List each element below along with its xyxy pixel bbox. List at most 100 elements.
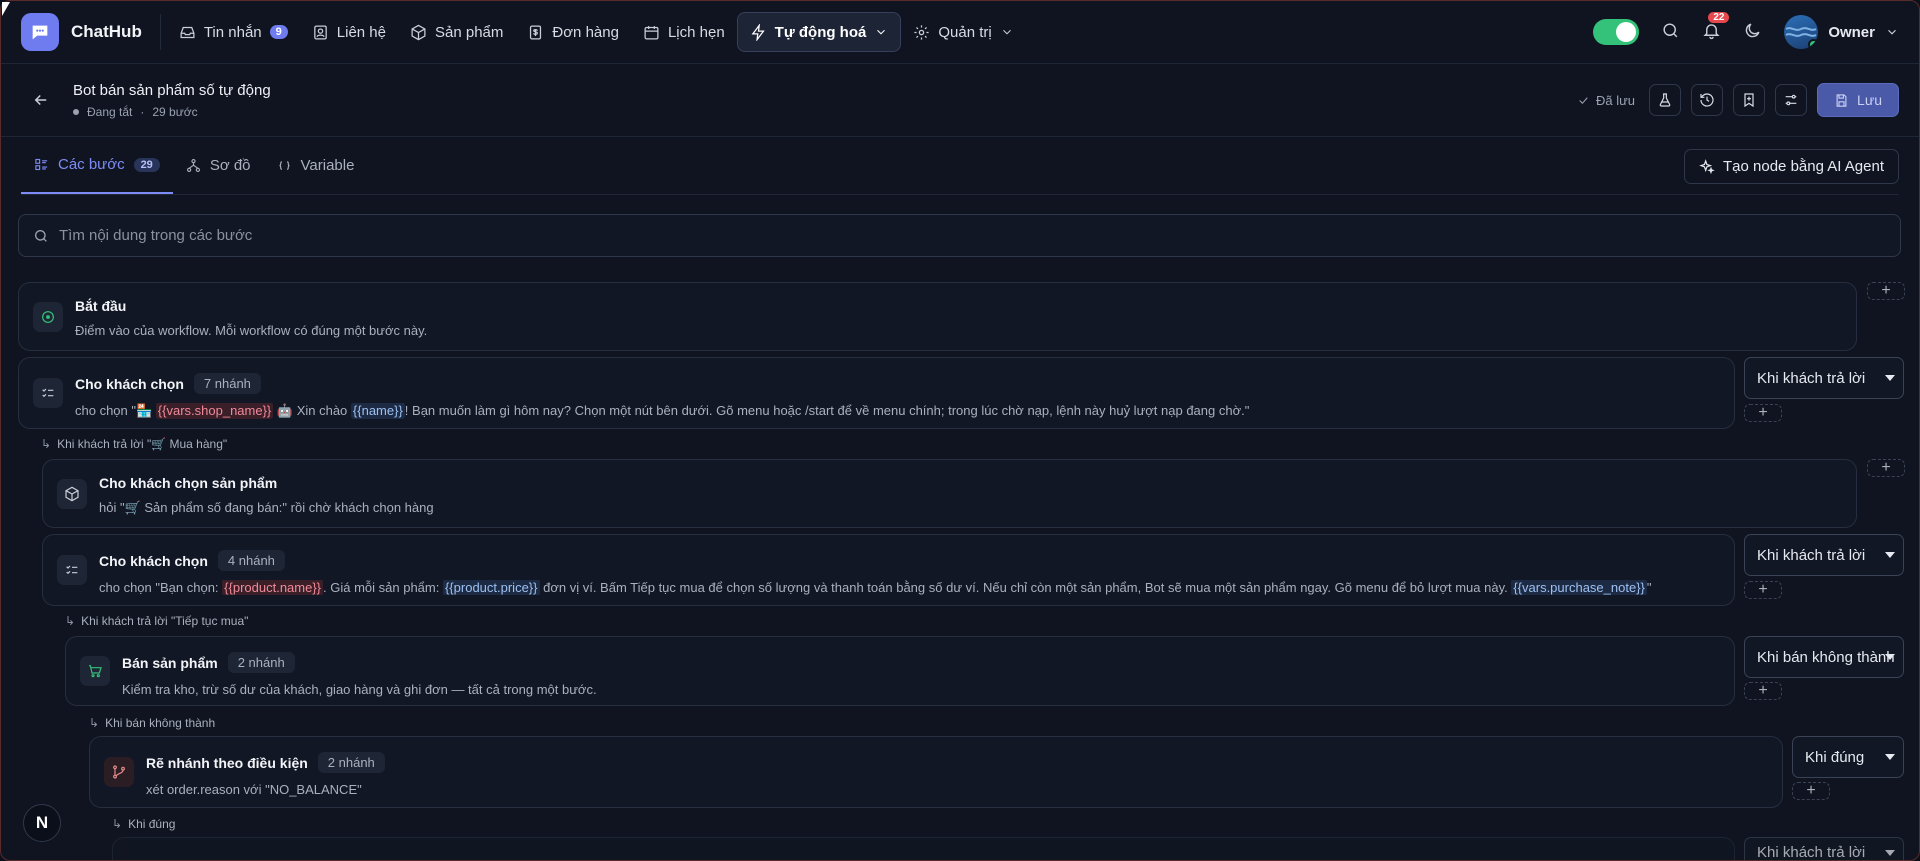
desc-text: cho chọn "🏪: [75, 403, 156, 418]
tab-steps[interactable]: Các bước 29: [21, 137, 173, 194]
save-button[interactable]: Lưu: [1817, 83, 1899, 117]
add-step-button[interactable]: +: [1867, 459, 1905, 477]
notification-count-badge: 22: [1708, 12, 1730, 23]
chat-logo-icon: [21, 13, 59, 51]
list-icon: [35, 158, 48, 171]
nav-item-appointments[interactable]: Lịch hẹn: [631, 12, 737, 52]
nav-item-orders[interactable]: Đơn hàng: [515, 12, 631, 52]
workflow-header: Bot bán sản phẩm số tự động Đang tắt · 2…: [1, 64, 1919, 137]
tab-label: Các bước: [58, 156, 125, 173]
step-title-text: Bán sản phẩm: [122, 654, 218, 671]
step-card-choice-3[interactable]: [112, 837, 1735, 860]
workflow-title[interactable]: Bot bán sản phẩm số tự động: [73, 82, 271, 99]
inbox-icon: [180, 26, 195, 38]
ai-agent-create-node-button[interactable]: Tạo node bằng AI Agent: [1684, 149, 1899, 184]
step-title: Rẽ nhánh theo điều kiện 2 nhánh: [146, 752, 1766, 773]
history-button[interactable]: [1691, 84, 1724, 116]
gear-icon: [914, 24, 929, 40]
nav-item-label: Tự động hoá: [774, 23, 867, 41]
cart-icon: [89, 665, 102, 678]
bot-active-toggle[interactable]: [1593, 19, 1640, 45]
checklist-icon: [66, 565, 78, 575]
branch-select[interactable]: Khi bán không thành: [1744, 636, 1904, 678]
nav-item-admin[interactable]: Quản trị: [901, 12, 1025, 52]
notifications-button[interactable]: 22: [1702, 12, 1730, 43]
branch-arrow-icon: ↳: [112, 817, 123, 831]
brand[interactable]: ChatHub: [21, 13, 161, 51]
app-window: ChatHub Tin nhắn 9 Liên hệ Sản phẩm Đơn …: [0, 0, 1920, 861]
nav-item-label: Đơn hàng: [552, 23, 619, 41]
nav-item-products[interactable]: Sản phẩm: [398, 12, 515, 52]
branch-count-pill: 7 nhánh: [193, 373, 261, 394]
view-tabs: Các bước 29 Sơ đồ Variable Tạo node bằng…: [1, 137, 1919, 194]
step-card-sell-product[interactable]: Bán sản phẩm 2 nhánh Kiểm tra kho, trừ số…: [65, 636, 1735, 706]
tab-label: Sơ đồ: [209, 157, 251, 174]
branch-select[interactable]: Khi khách trả lời: [1744, 837, 1904, 860]
bookmark-icon: [1744, 93, 1754, 108]
add-step-button[interactable]: +: [1792, 782, 1830, 800]
branch-label: ↳ Khi khách trả lời "🛒 Mua hàng": [41, 437, 227, 451]
play-circle-icon: [42, 310, 54, 323]
branch-select-value: Khi bán không thành: [1757, 648, 1895, 666]
step-icon-box: [33, 378, 63, 408]
add-step-button[interactable]: +: [1867, 282, 1905, 300]
workflow-status: Đang tắt: [87, 104, 133, 119]
steps-search-input[interactable]: [59, 227, 1886, 244]
branch-select[interactable]: Khi khách trả lời: [1744, 534, 1904, 576]
branch-label-text: Khi khách trả lời "🛒 Mua hàng": [57, 437, 228, 451]
step-card-choice[interactable]: Cho khách chọn 7 nhánh cho chọn "🏪 {{vars…: [18, 357, 1735, 429]
tab-diagram[interactable]: Sơ đồ: [173, 137, 264, 194]
tab-variable[interactable]: Variable: [264, 137, 368, 194]
meta-separator: ·: [140, 104, 145, 119]
settings-button[interactable]: [1775, 84, 1808, 116]
test-button[interactable]: [1649, 84, 1682, 116]
branch-select-value: Khi đúng: [1805, 748, 1865, 766]
desc-text: ": [1646, 580, 1652, 595]
variable-token: {{product.price}}: [442, 580, 540, 595]
nav-right-actions: 22 Owner: [1593, 12, 1899, 49]
braces-icon: [278, 161, 290, 170]
theme-toggle-button[interactable]: [1743, 21, 1762, 43]
step-card-choose-product[interactable]: Cho khách chọn sản phẩm hỏi "🛒 Sản phẩm …: [42, 459, 1857, 528]
nav-item-messages[interactable]: Tin nhắn 9: [167, 12, 300, 52]
back-button[interactable]: [21, 91, 61, 109]
nav-item-automation[interactable]: Tự động hoá: [736, 12, 902, 52]
add-step-button[interactable]: +: [1744, 404, 1782, 422]
chevron-down-icon: [1888, 29, 1896, 35]
desc-text: cho chọn "Bạn chọn:: [99, 580, 223, 595]
chevron-down-icon: [1002, 29, 1011, 35]
add-step-button[interactable]: +: [1744, 581, 1782, 599]
tab-count-badge: 29: [133, 157, 160, 172]
calendar-icon: [644, 25, 659, 40]
step-body: Rẽ nhánh theo điều kiện 2 nhánh xét order…: [146, 752, 1766, 797]
messages-count-badge: 9: [269, 25, 288, 39]
contact-icon: [313, 24, 327, 40]
caret-down-icon: [1885, 654, 1895, 660]
step-card-condition[interactable]: Rẽ nhánh theo điều kiện 2 nhánh xét order…: [89, 736, 1783, 808]
workflow-steps-count: 29 bước: [152, 104, 198, 119]
nav-item-label: Tin nhắn: [203, 23, 262, 41]
search-button[interactable]: [1661, 21, 1680, 43]
steps-search-box[interactable]: [18, 214, 1901, 257]
add-step-button[interactable]: +: [1744, 682, 1782, 700]
step-title-text: Bắt đầu: [75, 298, 127, 314]
status-dot: [73, 108, 79, 115]
branch-select[interactable]: Khi đúng: [1792, 736, 1904, 778]
nav-item-contacts[interactable]: Liên hệ: [300, 12, 398, 52]
branch-arrow-icon: ↳: [41, 437, 52, 451]
user-menu[interactable]: Owner: [1784, 15, 1899, 49]
box-icon: [411, 24, 426, 40]
step-title: Bắt đầu: [75, 298, 1840, 314]
bookmark-button[interactable]: [1733, 84, 1766, 116]
step-card-choice-2[interactable]: Cho khách chọn 4 nhánh cho chọn "Bạn chọn…: [42, 534, 1735, 606]
step-card-start[interactable]: Bắt đầu Điểm vào của workflow. Mỗi workf…: [18, 282, 1857, 351]
history-icon: [1700, 93, 1714, 107]
nav-item-label: Sản phẩm: [435, 23, 504, 41]
nav-item-label: Quản trị: [938, 23, 992, 41]
caret-down-icon: [1885, 375, 1895, 381]
step-description: Kiểm tra kho, trừ số dư của khách, giao …: [122, 682, 597, 697]
dev-tools-badge[interactable]: N: [23, 804, 61, 842]
saved-indicator: Đã lưu: [1577, 93, 1635, 108]
receipt-icon: [530, 24, 542, 40]
branch-select[interactable]: Khi khách trả lời: [1744, 357, 1904, 399]
